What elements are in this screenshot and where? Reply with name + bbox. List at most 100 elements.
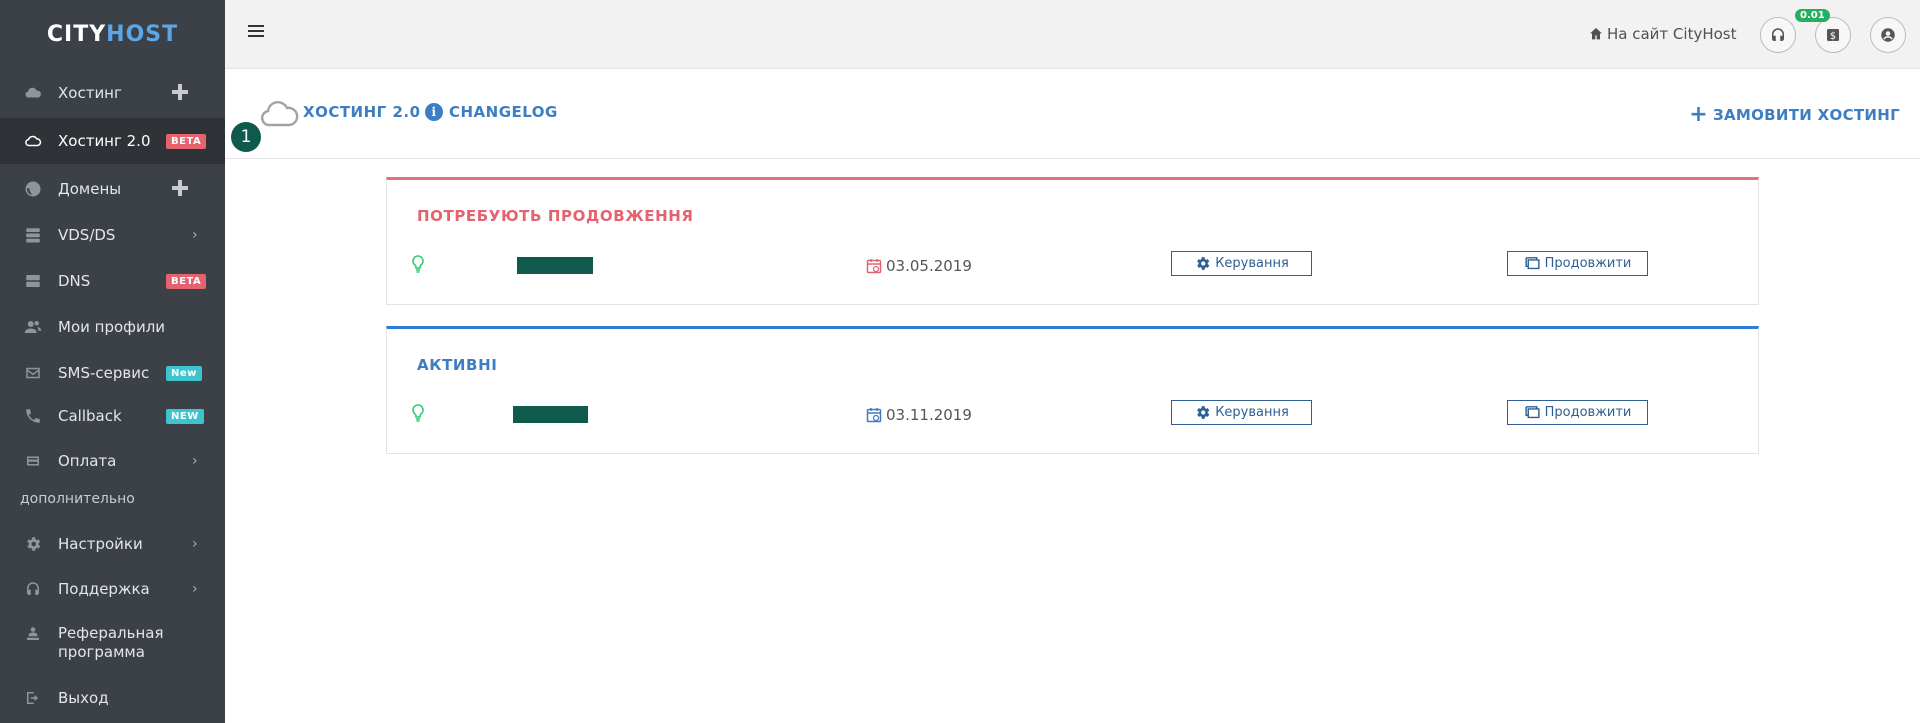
- calendar-clock-icon: [866, 259, 882, 274]
- new-badge: New: [166, 365, 202, 381]
- manage-button[interactable]: Керування: [1171, 251, 1312, 276]
- add-hosting-icon[interactable]: [170, 82, 190, 102]
- svg-text:$: $: [1830, 31, 1836, 42]
- sidebar-item-label: Хостинг: [58, 84, 122, 102]
- credit-card-icon: [1525, 406, 1540, 419]
- topbar: На сайт CityHost $ 0.01: [225, 0, 1920, 69]
- users-icon: [22, 316, 44, 338]
- order-hosting-link[interactable]: + ЗАМОВИТИ ХОСТИНГ: [1689, 102, 1900, 127]
- envelope-icon: [22, 362, 44, 384]
- sidebar-item-label: Настройки: [58, 535, 143, 553]
- extend-button[interactable]: Продовжити: [1507, 251, 1648, 276]
- chevron-right-icon: ›: [192, 581, 198, 597]
- renewal-panel: ПОТРЕБУЮТЬ ПРОДОВЖЕННЯ 03.05.2019 Керува…: [386, 177, 1759, 305]
- chevron-right-icon: ›: [192, 453, 198, 469]
- support-button[interactable]: [1760, 17, 1796, 53]
- home-icon: [1590, 28, 1602, 40]
- sidebar-item-settings[interactable]: Настройки ›: [0, 521, 225, 567]
- logo[interactable]: CITY HOST: [0, 0, 225, 68]
- sidebar-item-hosting-2[interactable]: Хостинг 2.0 BETA: [0, 118, 225, 164]
- redacted-domain: [517, 257, 593, 274]
- balance-button[interactable]: $: [1815, 17, 1851, 53]
- plus-icon: +: [1689, 102, 1709, 127]
- expiry-date: 03.11.2019: [866, 406, 972, 424]
- sidebar-item-label: DNS: [58, 272, 91, 290]
- gear-icon: [1197, 257, 1210, 270]
- chevron-right-icon: ›: [192, 536, 198, 552]
- changelog-label: CHANGELOG: [449, 103, 558, 121]
- sidebar-item-logout[interactable]: Выход: [0, 675, 225, 721]
- page-header: ХОСТИНГ 2.0 i CHANGELOG + ЗАМОВИТИ ХОСТИ…: [225, 69, 1920, 159]
- step-marker-1: 1: [231, 122, 261, 152]
- menu-toggle-icon[interactable]: [248, 25, 264, 39]
- chevron-right-icon: ›: [192, 227, 198, 243]
- sidebar-item-sms[interactable]: SMS-сервис New: [0, 350, 225, 396]
- sidebar-item-label: Домены: [58, 180, 122, 198]
- sidebar-item-support[interactable]: Поддержка ›: [0, 566, 225, 612]
- dns-server-icon: [22, 270, 44, 292]
- sidebar-item-label: Оплата: [58, 452, 117, 470]
- sidebar-item-label: Реферальная программа: [58, 624, 164, 661]
- sidebar-item-vds[interactable]: VDS/DS ›: [0, 212, 225, 258]
- sidebar-item-hosting[interactable]: Хостинг: [0, 70, 225, 116]
- sidebar-item-referral[interactable]: Реферальная программа: [0, 615, 225, 673]
- sidebar-item-payment[interactable]: Оплата ›: [0, 438, 225, 484]
- expiry-date-value: 03.05.2019: [886, 257, 972, 275]
- sidebar-item-label: SMS-сервис: [58, 364, 150, 382]
- expiry-date: 03.05.2019: [866, 257, 972, 275]
- logout-icon: [22, 687, 44, 709]
- beta-badge: BETA: [166, 273, 207, 289]
- add-domain-icon[interactable]: [170, 178, 190, 198]
- redacted-domain: [513, 406, 588, 423]
- calendar-clock-icon: [866, 408, 882, 423]
- extend-button-label: Продовжити: [1544, 256, 1632, 271]
- page-title[interactable]: ХОСТИНГ 2.0: [303, 103, 421, 121]
- sidebar-item-profiles[interactable]: Мои профили: [0, 304, 225, 350]
- sidebar-item-label: Callback: [58, 407, 122, 425]
- manage-button[interactable]: Керування: [1171, 400, 1312, 425]
- status-bulb-icon: [412, 404, 424, 422]
- new-badge: NEW: [166, 408, 204, 424]
- dollar-icon: $: [1827, 29, 1839, 42]
- cloud-icon: [22, 82, 44, 104]
- active-panel: АКТИВНІ 03.11.2019 Керування Продовжити: [386, 326, 1759, 454]
- cloud-outline-icon: [260, 101, 299, 127]
- credit-card-icon: [1525, 257, 1540, 270]
- sidebar-item-label: Поддержка: [58, 580, 150, 598]
- sidebar-item-callback[interactable]: Callback NEW: [0, 393, 225, 439]
- server-icon: [22, 224, 44, 246]
- user-circle-icon: [1881, 28, 1895, 42]
- extend-button-label: Продовжити: [1544, 405, 1632, 420]
- headset-icon: [22, 578, 44, 600]
- sidebar-item-label: VDS/DS: [58, 226, 116, 244]
- changelog-link[interactable]: i CHANGELOG: [425, 103, 558, 121]
- sidebar: CITY HOST Хостинг Хостинг 2.0 BETA Домены…: [0, 0, 225, 723]
- beta-badge: BETA: [166, 133, 207, 149]
- sidebar-item-label: Мои профили: [58, 318, 166, 336]
- site-link-label: На сайт CityHost: [1607, 25, 1737, 43]
- sidebar-item-dns[interactable]: DNS BETA: [0, 258, 225, 304]
- extend-button[interactable]: Продовжити: [1507, 400, 1648, 425]
- account-button[interactable]: [1870, 17, 1906, 53]
- logo-text-city: CITY: [46, 21, 107, 47]
- balance-badge: 0.01: [1795, 9, 1830, 22]
- globe-icon: [22, 178, 44, 200]
- site-link[interactable]: На сайт CityHost: [1588, 25, 1737, 43]
- logo-text-host: HOST: [106, 21, 179, 47]
- gear-icon: [22, 533, 44, 555]
- headphones-icon: [1772, 28, 1784, 41]
- sidebar-item-label: Выход: [58, 689, 109, 707]
- panel-title: ПОТРЕБУЮТЬ ПРОДОВЖЕННЯ: [417, 207, 694, 225]
- manage-button-label: Керування: [1215, 405, 1289, 420]
- phone-icon: [22, 405, 44, 427]
- sidebar-item-label: Хостинг 2.0: [58, 132, 151, 150]
- status-bulb-icon: [412, 255, 424, 273]
- expiry-date-value: 03.11.2019: [886, 406, 972, 424]
- credit-card-icon: [22, 450, 44, 472]
- referral-icon: [22, 623, 44, 645]
- info-icon: i: [425, 103, 443, 121]
- gear-icon: [1197, 406, 1210, 419]
- manage-button-label: Керування: [1215, 256, 1289, 271]
- sidebar-item-domains[interactable]: Домены: [0, 166, 225, 212]
- sidebar-section-label: дополнительно: [20, 491, 135, 507]
